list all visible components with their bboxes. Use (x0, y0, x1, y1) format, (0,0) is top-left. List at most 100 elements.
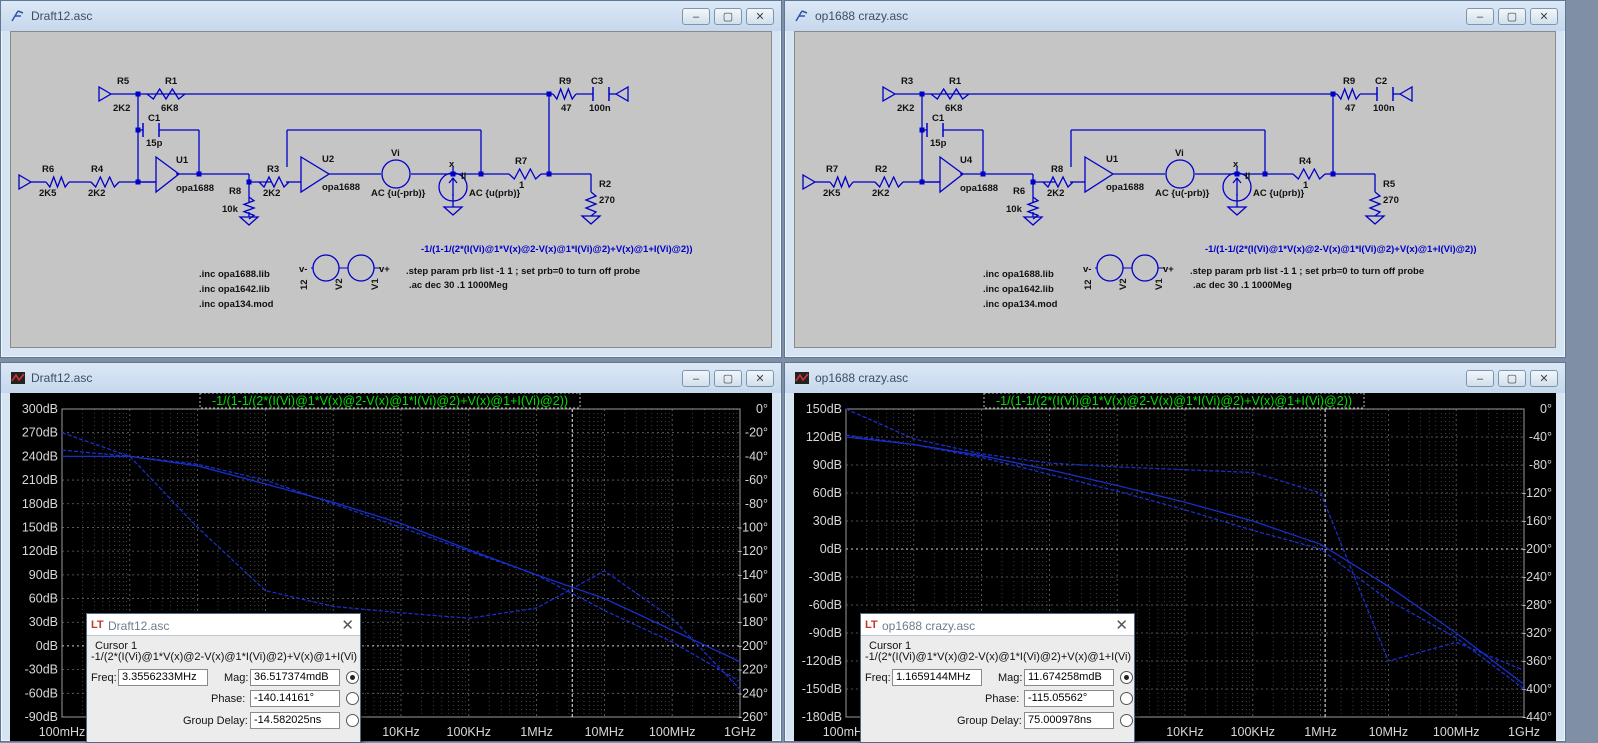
component-label: 10k (222, 204, 239, 215)
y-right-tick-label: -260° (738, 710, 768, 724)
component-label: V2 (1118, 278, 1129, 290)
x-tick-label: 1GHz (724, 725, 756, 739)
maximize-button[interactable]: ▢ (714, 370, 742, 387)
y-left-tick-label: -120dB (802, 654, 842, 668)
plot-window-left[interactable]: Draft12.asc ‒ ▢ ✕ 100mHz1Hz10Hz100Hz1KHz… (0, 362, 782, 743)
close-button[interactable]: ✕ (746, 8, 774, 25)
phase-radio[interactable] (1120, 692, 1133, 705)
waveform-viewer-icon (11, 372, 25, 384)
junction-dot (1330, 171, 1336, 177)
component-label: 6K8 (945, 103, 962, 114)
component-label: R1 (165, 76, 178, 87)
junction-dot (1030, 179, 1036, 185)
component-label: R9 (559, 76, 571, 87)
freq-field[interactable]: 1.1659144MHz (892, 669, 982, 686)
component-label: 2K2 (872, 188, 889, 199)
component-label: v- (299, 264, 307, 275)
schematic-canvas[interactable]: R5 2K2 R1 6K8 R9 47 C3 100n C1 15p U1 opa1688 U2 opa1… (10, 31, 772, 348)
minimize-button[interactable]: ‒ (682, 8, 710, 25)
ground-flag-symbol (882, 85, 897, 103)
schematic-window-right[interactable]: op1688 crazy.asc ‒ ▢ ✕ R3 2K2 R1 6K8 R9 47 C2 1… (784, 0, 1566, 358)
voltage-source-symbol (312, 254, 340, 282)
component-label: R3 (267, 164, 279, 175)
group-delay-radio[interactable] (1120, 714, 1133, 727)
y-left-tick-label: -90dB (809, 626, 842, 640)
component-label: U1 (1106, 154, 1119, 165)
step-directive: .step param prb list -1 1 ; set prb=0 to… (1190, 266, 1424, 277)
y-right-tick-label: -120° (738, 544, 768, 558)
group-delay-radio[interactable] (346, 714, 359, 727)
phase-field[interactable]: -140.14161° (250, 690, 340, 707)
group-delay-field[interactable]: -14.582025ns (250, 712, 340, 729)
dialog-title-bar[interactable]: LT Draft12.asc ✕ (87, 614, 360, 636)
x-tick-label: 100MHz (649, 725, 696, 739)
measurement-expression: -1/(1-1/(2*(I(Vi)@1*V(x)@2-V(x)@1*I(Vi)@… (1205, 244, 1477, 255)
ac-directive: .ac dec 30 .1 1000Meg (1193, 280, 1292, 291)
y-right-tick-label: -200° (1522, 542, 1552, 556)
y-right-tick-label: -160° (1522, 514, 1552, 528)
x-tick-label: 1MHz (1304, 725, 1337, 739)
spice-directive: .inc opa1642.lib (983, 284, 1054, 295)
group-delay-field[interactable]: 75.000978ns (1024, 712, 1114, 729)
schematic-window-left[interactable]: Draft12.asc ‒ ▢ ✕ R5 2K2 R1 6K8 R9 47 C3 100n C1… (0, 0, 782, 358)
component-label: C2 (1375, 76, 1387, 87)
junction-dot (135, 179, 141, 185)
cursor-dialog[interactable]: LT Draft12.asc ✕ Cursor 1 -1/(2*(I(Vi)@1… (86, 613, 361, 743)
minimize-button[interactable]: ‒ (682, 370, 710, 387)
title-bar[interactable]: Draft12.asc ‒ ▢ ✕ (1, 363, 781, 393)
component-label: 47 (561, 103, 572, 114)
freq-field[interactable]: 3.3556233MHz (118, 669, 208, 686)
component-label: 100n (1373, 103, 1395, 114)
y-left-tick-label: 90dB (813, 458, 842, 472)
dialog-title-bar[interactable]: LT op1688 crazy.asc ✕ (861, 614, 1134, 636)
title-bar[interactable]: op1688 crazy.asc ‒ ▢ ✕ (785, 1, 1565, 31)
maximize-button[interactable]: ▢ (1498, 8, 1526, 25)
y-right-tick-label: -20° (745, 426, 768, 440)
y-left-tick-label: -150dB (802, 682, 842, 696)
component-label: x (1233, 159, 1239, 170)
component-label: AC {u(prb)} (1253, 188, 1304, 199)
component-label: 1 (519, 180, 525, 191)
y-left-tick-label: 210dB (22, 473, 58, 487)
component-label: 2K2 (1047, 188, 1064, 199)
junction-dot (135, 127, 141, 133)
y-left-tick-label: 150dB (22, 520, 58, 534)
mag-field[interactable]: 36.517374mdB (250, 669, 340, 686)
y-left-tick-label: -60dB (809, 598, 842, 612)
trace-title: -1/(1-1/(2*(I(Vi)@1*V(x)@2-V(x)@1*I(Vi)@… (212, 394, 568, 408)
minimize-button[interactable]: ‒ (1466, 8, 1494, 25)
y-left-tick-label: 0dB (36, 639, 58, 653)
mag-radio[interactable] (1120, 671, 1133, 684)
voltage-source-symbol (1165, 159, 1195, 189)
component-label: R4 (91, 164, 104, 175)
dialog-close-button[interactable]: ✕ (1115, 616, 1128, 634)
y-right-tick-label: -360° (1522, 654, 1552, 668)
phase-radio[interactable] (346, 692, 359, 705)
close-button[interactable]: ✕ (746, 370, 774, 387)
close-button[interactable]: ✕ (1530, 8, 1558, 25)
dialog-close-button[interactable]: ✕ (341, 616, 354, 634)
title-bar[interactable]: op1688 crazy.asc ‒ ▢ ✕ (785, 363, 1565, 393)
plot-window-right[interactable]: op1688 crazy.asc ‒ ▢ ✕ 100mHz1Hz10Hz100H… (784, 362, 1566, 743)
y-right-tick-label: -400° (1522, 682, 1552, 696)
component-label: 2K5 (39, 188, 57, 199)
title-bar[interactable]: Draft12.asc ‒ ▢ ✕ (1, 1, 781, 31)
y-right-tick-label: -320° (1522, 626, 1552, 640)
phase-field[interactable]: -115.05562° (1024, 690, 1114, 707)
component-label: R6 (1013, 186, 1025, 197)
maximize-button[interactable]: ▢ (714, 8, 742, 25)
step-directive: .step param prb list -1 1 ; set prb=0 to… (406, 266, 640, 277)
schematic-canvas[interactable]: R3 2K2 R1 6K8 R9 47 C2 100n C1 15p U4 opa1688 U1 opa1… (794, 31, 1556, 348)
voltage-source-symbol (1096, 254, 1124, 282)
component-label: R4 (1299, 156, 1312, 167)
ac-directive: .ac dec 30 .1 1000Meg (409, 280, 508, 291)
maximize-button[interactable]: ▢ (1498, 370, 1526, 387)
y-right-tick-label: -240° (738, 686, 768, 700)
mag-radio[interactable] (346, 671, 359, 684)
cursor-dialog[interactable]: LT op1688 crazy.asc ✕ Cursor 1 -1/(2*(I(… (860, 613, 1135, 743)
mag-field[interactable]: 11.674258mdB (1024, 669, 1114, 686)
component-label: R2 (599, 179, 611, 190)
close-button[interactable]: ✕ (1530, 370, 1558, 387)
minimize-button[interactable]: ‒ (1466, 370, 1494, 387)
spice-directive: .inc opa1688.lib (983, 269, 1054, 280)
